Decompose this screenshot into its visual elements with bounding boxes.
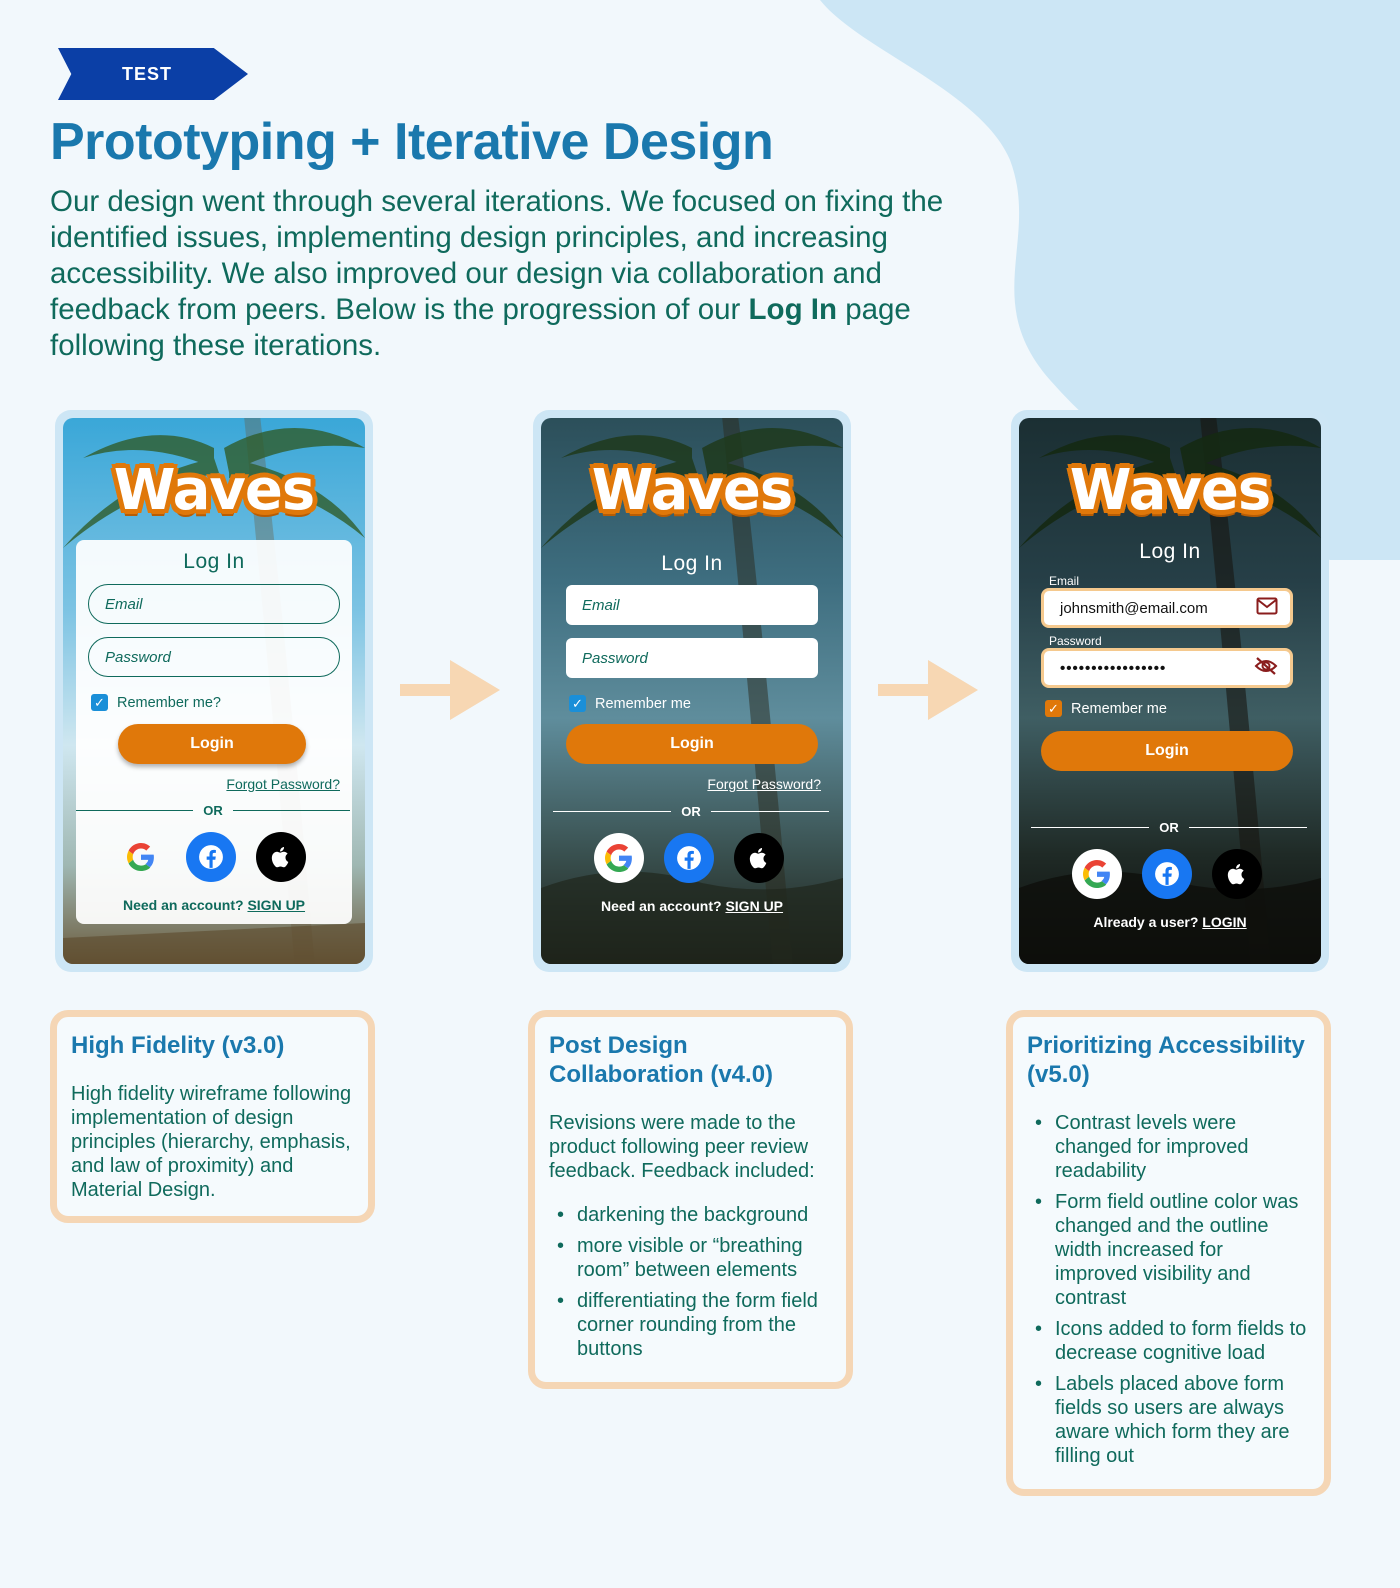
list-item: differentiating the form field corner ro… <box>549 1289 832 1361</box>
signup-link[interactable]: SIGN UP <box>247 897 305 913</box>
divider-line <box>1031 826 1150 829</box>
phone-frame-v5: Waves Log In Email johnsmith@email.com P… <box>1011 410 1329 972</box>
or-divider: OR <box>553 804 829 819</box>
checkbox-checked-icon[interactable]: ✓ <box>91 694 108 711</box>
facebook-icon[interactable] <box>1142 849 1192 899</box>
social-login-row <box>594 833 784 883</box>
waves-logo: Waves <box>113 458 315 523</box>
divider-line <box>553 810 672 813</box>
page-title: Prototyping + Iterative Design <box>50 113 774 171</box>
login-title: Log In <box>661 552 723 575</box>
email-input[interactable]: Email <box>88 584 340 624</box>
description-title: High Fidelity (v3.0) <box>71 1032 285 1059</box>
password-value: ••••••••••••••••• <box>1060 659 1167 677</box>
apple-icon[interactable] <box>734 833 784 883</box>
divider-line <box>1188 826 1307 829</box>
apple-icon[interactable] <box>256 832 306 882</box>
phone-frame-v3: Waves Log In Email Password ✓ Remember m… <box>55 410 373 972</box>
description-box-v5: Prioritizing Accessibility (v5.0) Contra… <box>1006 1010 1331 1496</box>
list-item: Form field outline color was changed and… <box>1027 1190 1310 1310</box>
email-value: johnsmith@email.com <box>1060 599 1208 617</box>
eye-off-icon[interactable] <box>1254 656 1278 680</box>
remember-me-row[interactable]: ✓ Remember me? <box>91 694 221 711</box>
phone-screen-v5: Waves Log In Email johnsmith@email.com P… <box>1019 418 1321 964</box>
signup-prompt: Need an account? SIGN UP <box>541 898 843 914</box>
signup-link[interactable]: SIGN UP <box>725 898 783 914</box>
arrow-right-icon <box>878 660 978 720</box>
password-input[interactable]: ••••••••••••••••• <box>1041 648 1293 688</box>
apple-icon[interactable] <box>1212 849 1262 899</box>
login-card: Log In Email Password ✓ Remember me? Log… <box>76 540 352 924</box>
password-input[interactable]: Password <box>566 638 818 678</box>
intro-paragraph: Our design went through several iteratio… <box>50 184 950 364</box>
signup-prompt: Need an account? SIGN UP <box>76 897 352 913</box>
forgot-password-link[interactable]: Forgot Password? <box>226 776 340 792</box>
social-login-row <box>1072 849 1262 899</box>
or-label: OR <box>1159 820 1179 835</box>
remember-me-row[interactable]: ✓ Remember me <box>569 695 691 712</box>
list-item: more visible or “breathing room” between… <box>549 1234 832 1282</box>
remember-me-label: Remember me? <box>117 694 221 711</box>
email-input[interactable]: johnsmith@email.com <box>1041 588 1293 628</box>
or-divider: OR <box>1031 820 1307 835</box>
description-box-v4: Post Design Collaboration (v4.0) Revisio… <box>528 1010 853 1389</box>
login-button[interactable]: Login <box>1041 731 1293 771</box>
accessibility-list: Contrast levels were changed for improve… <box>1027 1111 1310 1468</box>
list-item: Contrast levels were changed for improve… <box>1027 1111 1310 1183</box>
description-box-v3: High Fidelity (v3.0) High fidelity wiref… <box>50 1010 375 1223</box>
password-label: Password <box>1049 634 1102 648</box>
divider-line <box>76 809 194 812</box>
facebook-icon[interactable] <box>186 832 236 882</box>
email-label: Email <box>1049 574 1080 588</box>
feedback-list: darkening the background more visible or… <box>549 1203 832 1361</box>
divider-line <box>232 809 350 812</box>
list-item: Labels placed above form fields so users… <box>1027 1372 1310 1468</box>
login-link[interactable]: LOGIN <box>1202 914 1246 930</box>
list-item: darkening the background <box>549 1203 832 1227</box>
waves-logo: Waves <box>1069 458 1271 523</box>
mail-icon <box>1256 597 1278 619</box>
account-text: Already a user? <box>1093 914 1199 930</box>
or-divider: OR <box>76 803 350 818</box>
phone-screen-v4: Waves Log In Email Password ✓ Remember m… <box>541 418 843 964</box>
checkbox-checked-icon[interactable]: ✓ <box>569 695 586 712</box>
email-input[interactable]: Email <box>566 585 818 625</box>
intro-bold: Log In <box>748 293 838 326</box>
facebook-icon[interactable] <box>664 833 714 883</box>
remember-me-label: Remember me <box>1071 700 1167 717</box>
phone-screen-v3: Waves Log In Email Password ✓ Remember m… <box>63 418 365 964</box>
password-input[interactable]: Password <box>88 637 340 677</box>
or-label: OR <box>203 803 223 818</box>
test-tag: TEST <box>58 48 248 100</box>
google-icon[interactable] <box>116 832 166 882</box>
forgot-password-link[interactable]: Forgot Password? <box>707 776 821 792</box>
login-button[interactable]: Login <box>566 724 818 764</box>
social-login-row <box>116 832 306 882</box>
description-text: High fidelity wireframe following implem… <box>71 1083 352 1201</box>
account-text: Need an account? <box>600 898 722 914</box>
login-prompt: Already a user? LOGIN <box>1019 914 1321 930</box>
arrow-right-icon <box>400 660 500 720</box>
waves-logo: Waves <box>591 458 793 523</box>
google-icon[interactable] <box>594 833 644 883</box>
tag-label: TEST <box>121 63 172 84</box>
description-title: Post Design Collaboration (v4.0) <box>549 1032 774 1088</box>
login-title: Log In <box>183 550 245 573</box>
google-icon[interactable] <box>1072 849 1122 899</box>
or-label: OR <box>681 804 701 819</box>
description-text: Revisions were made to the product follo… <box>549 1112 815 1182</box>
remember-me-label: Remember me <box>595 695 691 712</box>
list-item: Icons added to form fields to decrease c… <box>1027 1317 1310 1365</box>
description-title: Prioritizing Accessibility (v5.0) <box>1027 1032 1305 1088</box>
checkbox-checked-icon[interactable]: ✓ <box>1045 700 1062 717</box>
login-button[interactable]: Login <box>118 724 306 764</box>
phone-frame-v4: Waves Log In Email Password ✓ Remember m… <box>533 410 851 972</box>
divider-line <box>710 810 829 813</box>
remember-me-row[interactable]: ✓ Remember me <box>1045 700 1167 717</box>
account-text: Need an account? <box>122 897 244 913</box>
login-title: Log In <box>1139 540 1201 563</box>
